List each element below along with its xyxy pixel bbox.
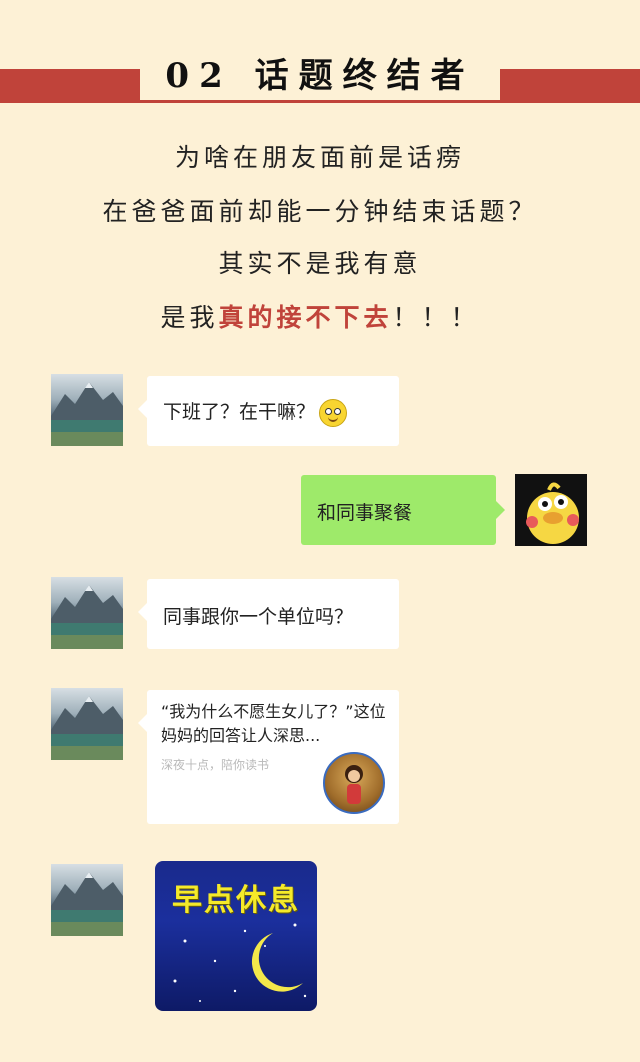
intro-line-3: 其实不是我有意 — [218, 249, 422, 278]
link-card[interactable]: “我为什么不愿生女儿了？”这位妈妈的回答让人深思... 深夜十点，陪你读书 — [138, 690, 399, 824]
girl-photo-icon — [345, 765, 363, 804]
reply-text: 和同事聚餐 — [317, 502, 413, 524]
intro-line-4: 是我真的接不下去！！！ — [0, 298, 640, 334]
intro-line-1: 为啥在朋友面前是话痨 — [174, 143, 465, 172]
link-card-thumbnail — [323, 752, 385, 814]
crescent-moon-icon — [173, 923, 307, 1002]
sticker-goodnight[interactable]: 早点休息 — [155, 861, 317, 1011]
message-text: 下班了？在干嘛？ — [163, 397, 348, 427]
mountain-lake-avatar — [51, 382, 123, 446]
message-text: 同事跟你一个单位吗？ — [163, 606, 354, 628]
mountain-lake-avatar — [51, 696, 123, 760]
mountain-lake-avatar — [51, 585, 123, 649]
message-text-content: 下班了？在干嘛？ — [163, 401, 316, 423]
smiley-emoji-icon — [319, 398, 348, 427]
link-card-source: 深夜十点，陪你读书 — [161, 758, 270, 772]
intro-line-4-highlight: 真的接不下去 — [218, 303, 393, 332]
intro-line-4-prefix: 是我 — [160, 303, 219, 332]
message-bubble[interactable]: 下班了？在干嘛？ — [138, 376, 399, 446]
yellow-duck-avatar — [515, 474, 587, 546]
sender-avatar[interactable] — [51, 577, 123, 649]
link-card-title: “我为什么不愿生女儿了？”这位妈妈的回答让人深思... — [161, 702, 386, 745]
mountain-lake-avatar — [51, 872, 123, 936]
message-bubble[interactable]: 同事跟你一个单位吗？ — [138, 579, 399, 649]
reply-bubble[interactable]: 和同事聚餐 — [301, 475, 505, 545]
sender-avatar[interactable] — [51, 374, 123, 446]
sender-avatar[interactable] — [51, 688, 123, 760]
self-avatar[interactable] — [515, 474, 587, 546]
page-title: 02 话题终结者 — [140, 52, 500, 100]
intro-line-4-suffix: ！！！ — [392, 303, 480, 332]
intro-line-2: 在爸爸面前却能一分钟结束话题？ — [102, 197, 538, 226]
sender-avatar[interactable] — [51, 864, 123, 936]
